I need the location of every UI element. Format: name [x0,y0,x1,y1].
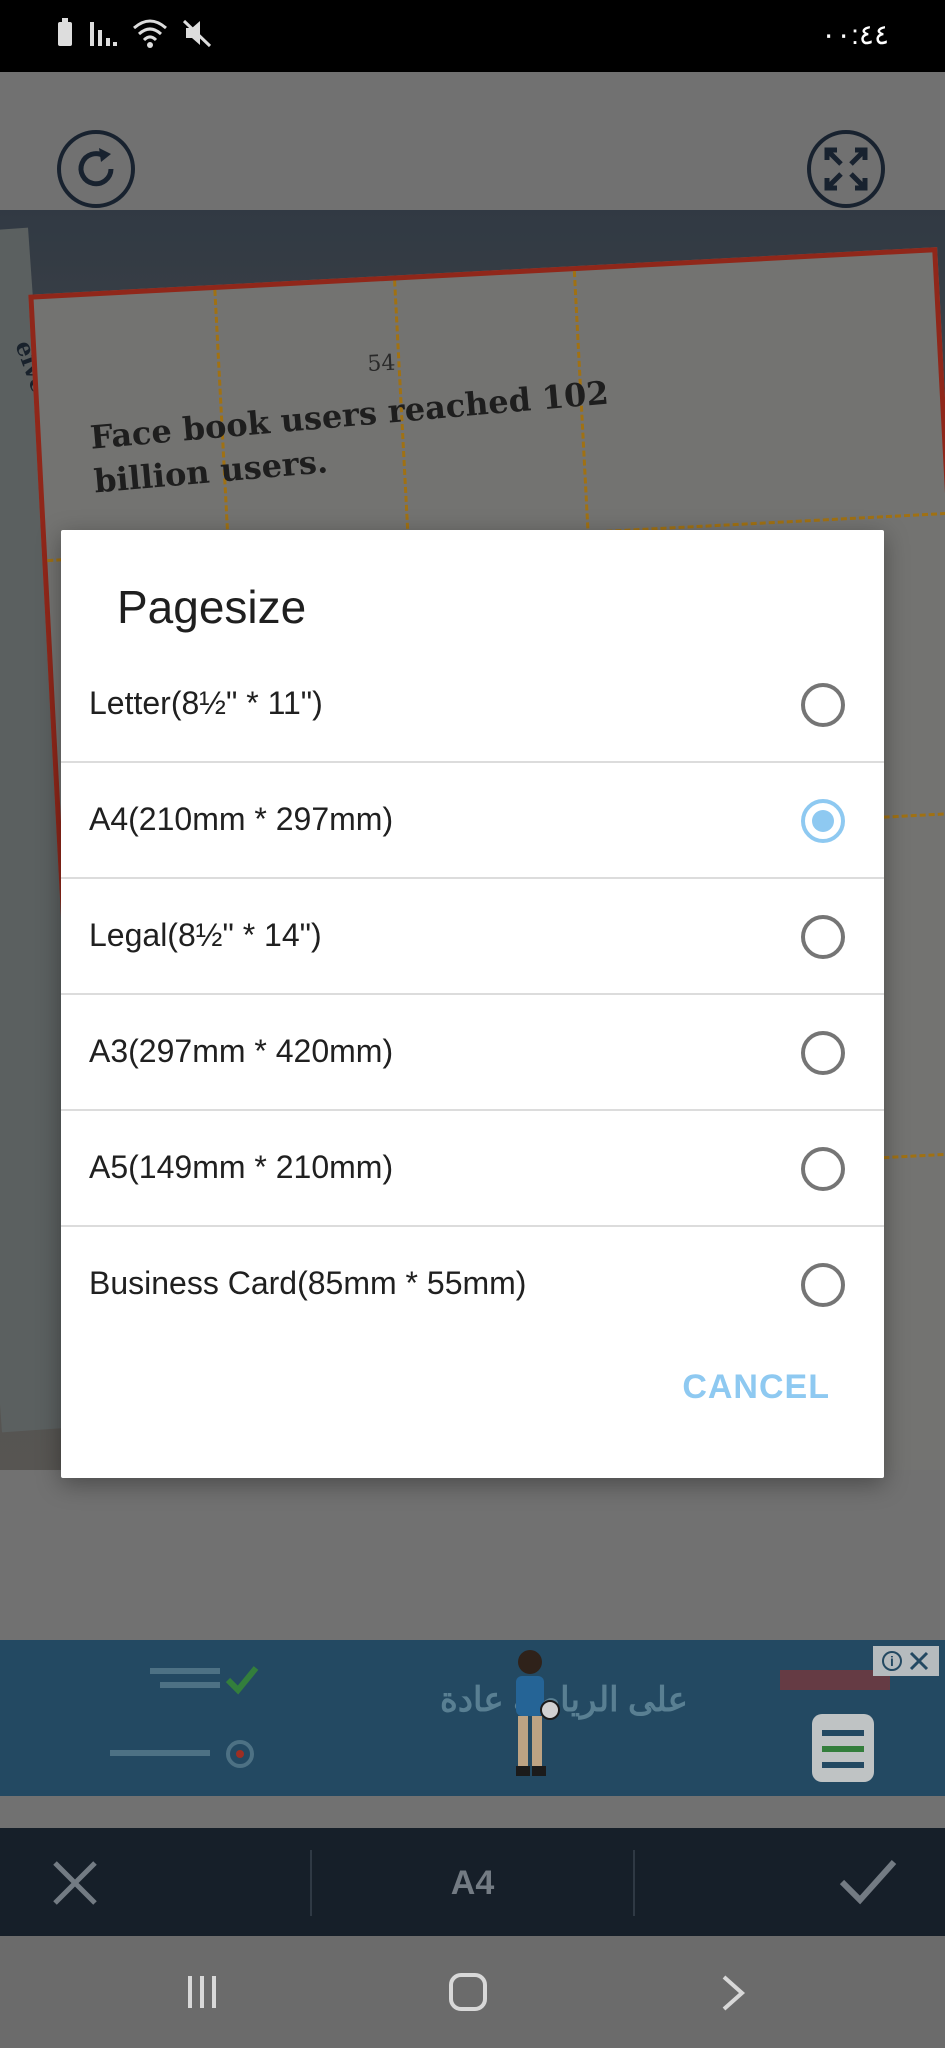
option-a4[interactable]: A4(210mm * 297mm) [61,763,884,879]
option-label: Letter(8½" * 11") [89,685,323,721]
option-label: A3(297mm * 420mm) [89,1033,394,1069]
option-label: Business Card(85mm * 55mm) [89,1265,527,1301]
option-label: A4(210mm * 297mm) [89,801,394,837]
clock: ٠٠:٤٤ [821,19,889,50]
signal-icon [90,22,117,46]
recent-apps-icon[interactable] [184,1974,220,2010]
option-label: Legal(8½" * 14") [89,917,322,953]
status-bar: ٠٠:٤٤ [0,0,945,72]
radio-button[interactable] [801,683,845,727]
option-letter[interactable]: Letter(8½" * 11") [61,647,884,763]
back-icon[interactable] [720,1974,748,2012]
option-label: A5(149mm * 210mm) [89,1149,394,1185]
pagesize-dialog: Pagesize Letter(8½" * 11") A4(210mm * 29… [61,530,884,1478]
option-business-card[interactable]: Business Card(85mm * 55mm) [61,1227,884,1343]
battery-icon [58,18,72,46]
status-icons [56,18,212,48]
radio-button[interactable] [801,915,845,959]
mute-icon [182,19,212,48]
radio-button[interactable] [801,1147,845,1191]
radio-button-selected[interactable] [801,799,845,843]
option-a3[interactable]: A3(297mm * 420mm) [61,995,884,1111]
dialog-title: Pagesize [117,581,307,633]
option-a5[interactable]: A5(149mm * 210mm) [61,1111,884,1227]
radio-button[interactable] [801,1263,845,1307]
option-legal[interactable]: Legal(8½" * 14") [61,879,884,995]
wifi-icon [133,19,167,48]
navigation-bar [0,1936,945,2048]
cancel-button[interactable]: CANCEL [682,1368,830,1407]
home-icon[interactable] [448,1972,488,2012]
radio-button[interactable] [801,1031,845,1075]
